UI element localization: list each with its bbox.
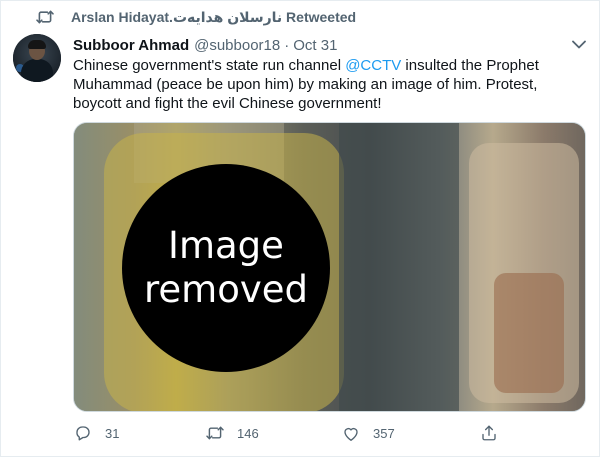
retweet-icon xyxy=(205,423,225,443)
image-removed-overlay: Image removed xyxy=(122,164,330,372)
action-bar: 31 146 357 xyxy=(73,422,513,444)
tweet-text-part-1: Chinese government's state run channel xyxy=(73,57,346,74)
reply-count: 31 xyxy=(105,425,120,441)
retweet-button[interactable]: 146 xyxy=(205,422,259,444)
overlay-line-1: Image xyxy=(168,224,284,267)
more-options-button[interactable] xyxy=(569,37,589,53)
tweet-card[interactable]: Arslan Hidayat.نارسلان ھدایەت Retweeted … xyxy=(0,0,600,457)
retweet-banner-text[interactable]: Arslan Hidayat.نارسلان ھدایەت Retweeted xyxy=(71,9,356,26)
reply-button[interactable]: 31 xyxy=(73,422,119,444)
retweet-count: 146 xyxy=(237,425,259,441)
overlay-line-2: removed xyxy=(144,268,308,311)
share-button[interactable] xyxy=(479,422,499,444)
avatar[interactable] xyxy=(13,34,61,82)
mention-link[interactable]: @CCTV xyxy=(345,57,401,74)
author-handle[interactable]: @subboor18 xyxy=(194,37,280,54)
tweet-header: Subboor Ahmad @subboor18 · Oct 31 xyxy=(73,35,337,55)
like-button[interactable]: 357 xyxy=(341,422,395,444)
like-count: 357 xyxy=(373,425,395,441)
heart-icon xyxy=(341,423,361,443)
tweet-media[interactable]: Image removed xyxy=(73,122,586,412)
retweet-banner: Arslan Hidayat.نارسلان ھدایەت Retweeted xyxy=(35,7,356,27)
tweet-date[interactable]: Oct 31 xyxy=(293,37,337,54)
author-name[interactable]: Subboor Ahmad xyxy=(73,37,189,54)
reply-icon xyxy=(73,423,93,443)
retweet-icon xyxy=(35,7,57,27)
separator-dot: · xyxy=(284,36,290,54)
share-icon xyxy=(479,423,499,443)
chevron-down-icon xyxy=(572,36,586,54)
tweet-text: Chinese government's state run channel @… xyxy=(73,56,588,113)
